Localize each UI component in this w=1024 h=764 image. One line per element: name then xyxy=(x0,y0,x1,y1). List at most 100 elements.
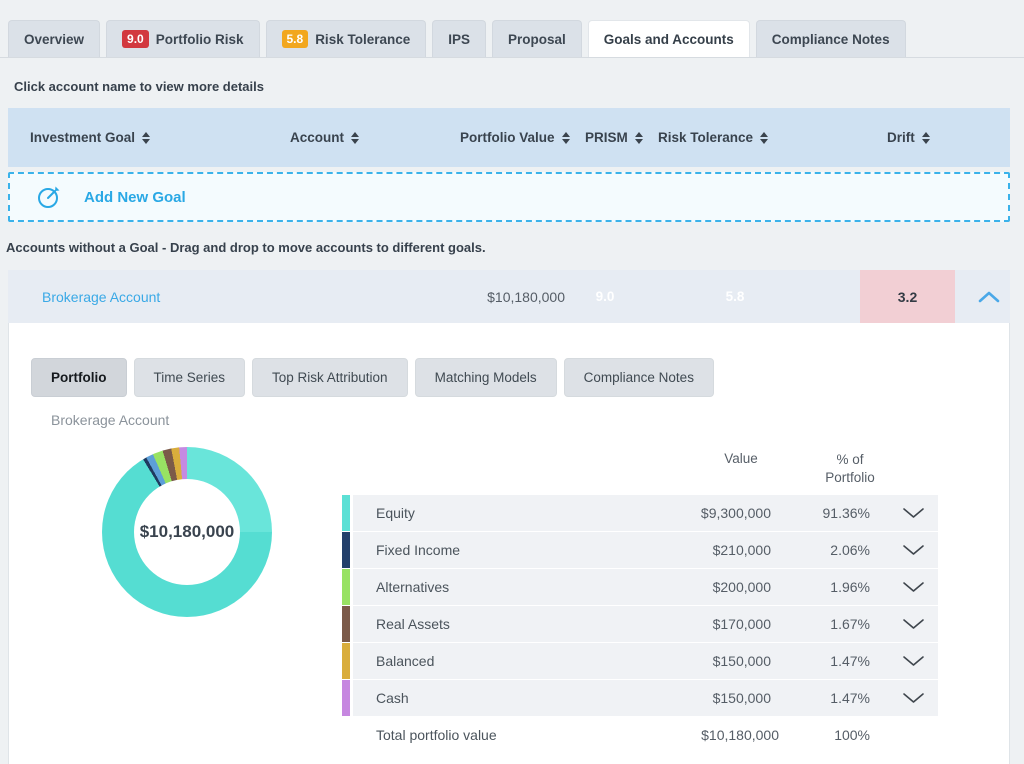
tab-compliance-notes[interactable]: Compliance Notes xyxy=(756,20,906,57)
total-row: Total portfolio value $10,180,000 100% xyxy=(334,717,946,753)
sort-down-triangle xyxy=(142,139,150,144)
asset-value: $170,000 xyxy=(651,606,771,642)
tab-label: Goals and Accounts xyxy=(604,32,734,47)
chevron-down-icon xyxy=(902,544,925,556)
sort-down-triangle xyxy=(760,139,768,144)
asset-value: $210,000 xyxy=(651,532,771,568)
pct-header-line1: % of xyxy=(800,451,900,469)
asset-pct: 1.67% xyxy=(780,606,870,642)
chevron-down-icon xyxy=(902,507,925,519)
donut-center-total: $10,180,000 xyxy=(140,522,235,542)
chevron-down-icon xyxy=(902,618,925,630)
holding-row-balanced: Balanced $150,0001.47% xyxy=(334,643,946,679)
tab-label: IPS xyxy=(448,32,470,47)
sort-up-triangle xyxy=(351,132,359,137)
column-label: Investment Goal xyxy=(30,130,135,145)
tab-label: Risk Tolerance xyxy=(315,32,410,47)
sort-icon xyxy=(922,132,930,144)
sort-down-triangle xyxy=(562,139,570,144)
asset-value: $9,300,000 xyxy=(651,495,771,531)
pct-header-line2: Portfolio xyxy=(800,469,900,487)
accounts-without-goal-note: Accounts without a Goal - Drag and drop … xyxy=(6,240,486,255)
asset-pct: 1.96% xyxy=(780,569,870,605)
asset-color-swatch xyxy=(342,643,350,679)
asset-class-label: Equity xyxy=(376,495,415,531)
account-portfolio-value: $10,180,000 xyxy=(428,270,565,323)
asset-pct: 1.47% xyxy=(780,680,870,716)
column-header-prism[interactable]: PRISM xyxy=(585,108,643,167)
asset-color-swatch xyxy=(342,606,350,642)
tab-badge-risk-tolerance: 5.8 xyxy=(282,30,309,48)
tab-label: Compliance Notes xyxy=(772,32,890,47)
expand-row-button[interactable] xyxy=(902,495,925,531)
tab-proposal[interactable]: Proposal xyxy=(492,20,582,57)
asset-color-swatch xyxy=(342,495,350,531)
holdings-table-headers: Value % of Portfolio xyxy=(334,447,946,495)
chevron-down-icon xyxy=(902,692,925,704)
value-column-header: Value xyxy=(691,451,791,466)
goal-table-header: Investment Goal Account Portfolio Value PRI… xyxy=(8,108,1010,167)
tab-overview[interactable]: Overview xyxy=(8,20,100,57)
subtab-compliance-notes[interactable]: Compliance Notes xyxy=(564,358,714,397)
asset-pct: 91.36% xyxy=(780,495,870,531)
column-label: Portfolio Value xyxy=(460,130,555,145)
tab-risk-tolerance[interactable]: 5.8 Risk Tolerance xyxy=(266,20,427,57)
tab-goals-and-accounts[interactable]: Goals and Accounts xyxy=(588,20,750,57)
column-label: Drift xyxy=(887,130,915,145)
main-tab-bar: Overview 9.0 Portfolio Risk 5.8 Risk Toleran… xyxy=(8,20,906,57)
asset-value: $150,000 xyxy=(651,680,771,716)
column-header-portfolio-value[interactable]: Portfolio Value xyxy=(460,108,570,167)
column-label: PRISM xyxy=(585,130,628,145)
subtab-matching-models[interactable]: Matching Models xyxy=(415,358,557,397)
tab-label: Proposal xyxy=(508,32,566,47)
expand-row-button[interactable] xyxy=(902,680,925,716)
sort-icon xyxy=(351,132,359,144)
asset-class-label: Balanced xyxy=(376,643,434,679)
account-name-link[interactable]: Brokerage Account xyxy=(42,270,160,323)
sort-down-triangle xyxy=(922,139,930,144)
tab-portfolio-risk[interactable]: 9.0 Portfolio Risk xyxy=(106,20,259,57)
expand-row-button[interactable] xyxy=(902,643,925,679)
sort-icon xyxy=(635,132,643,144)
subtab-portfolio[interactable]: Portfolio xyxy=(31,358,127,397)
expand-row-button[interactable] xyxy=(902,606,925,642)
sort-up-triangle xyxy=(142,132,150,137)
prism-score-badge: 9.0 xyxy=(587,281,623,312)
total-label: Total portfolio value xyxy=(376,717,497,753)
sort-down-triangle xyxy=(351,139,359,144)
tab-label: Portfolio Risk xyxy=(156,32,244,47)
subtab-top-risk-attribution[interactable]: Top Risk Attribution xyxy=(252,358,408,397)
column-header-account[interactable]: Account xyxy=(290,108,359,167)
sort-icon xyxy=(760,132,768,144)
sort-up-triangle xyxy=(922,132,930,137)
tab-label: Overview xyxy=(24,32,84,47)
add-new-goal-label: Add New Goal xyxy=(84,189,186,206)
asset-class-label: Alternatives xyxy=(376,569,449,605)
column-header-drift[interactable]: Drift xyxy=(887,108,930,167)
asset-class-label: Fixed Income xyxy=(376,532,460,568)
collapse-account-button[interactable] xyxy=(968,270,1010,323)
allocation-donut-chart: $10,180,000 xyxy=(102,447,272,617)
expand-row-button[interactable] xyxy=(902,532,925,568)
tabbar-divider xyxy=(0,57,1024,58)
tab-ips[interactable]: IPS xyxy=(432,20,486,57)
tab-badge-portfolio-risk: 9.0 xyxy=(122,30,149,48)
expand-row-button[interactable] xyxy=(902,569,925,605)
asset-value: $150,000 xyxy=(651,643,771,679)
column-header-investment-goal[interactable]: Investment Goal xyxy=(30,108,150,167)
detail-tab-bar: PortfolioTime SeriesTop Risk Attribution… xyxy=(31,358,714,397)
account-detail-panel: PortfolioTime SeriesTop Risk Attribution… xyxy=(8,323,1010,764)
total-pct: 100% xyxy=(780,717,870,753)
column-header-risk-tolerance[interactable]: Risk Tolerance xyxy=(658,108,768,167)
asset-pct: 1.47% xyxy=(780,643,870,679)
column-label: Risk Tolerance xyxy=(658,130,753,145)
donut-hole: $10,180,000 xyxy=(134,479,240,585)
target-arrow-icon xyxy=(36,184,62,210)
holding-row-real-assets: Real Assets$170,0001.67% xyxy=(334,606,946,642)
account-row-brokerage: Brokerage Account $10,180,000 9.0 5.8 3.… xyxy=(8,270,1010,323)
subtab-time-series[interactable]: Time Series xyxy=(134,358,246,397)
add-new-goal-button[interactable]: Add New Goal xyxy=(8,172,1010,222)
panel-account-label: Brokerage Account xyxy=(51,412,169,428)
holdings-rows: Equity $9,300,00091.36% Fixed Income $210,0… xyxy=(334,495,946,716)
column-label: Account xyxy=(290,130,344,145)
